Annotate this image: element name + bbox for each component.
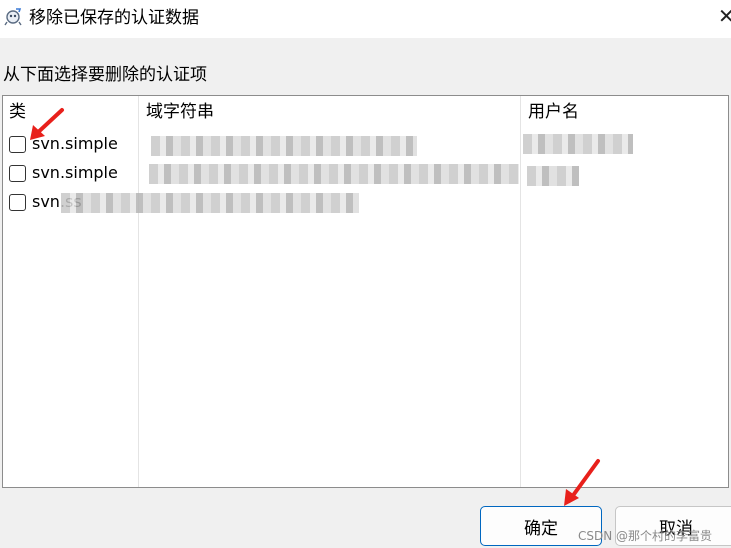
row-checkbox[interactable] — [9, 164, 26, 182]
column-header-username[interactable]: 用户名 — [528, 100, 579, 124]
close-icon[interactable]: ✕ — [718, 4, 731, 28]
arrow-icon — [564, 459, 600, 506]
column-header-type[interactable]: 类 — [9, 100, 26, 124]
instruction-label: 从下面选择要删除的认证项 — [3, 65, 207, 85]
column-divider[interactable] — [520, 96, 521, 487]
list-item[interactable]: svn.simple — [9, 160, 118, 186]
column-header-realm[interactable]: 域字符串 — [146, 100, 214, 124]
redacted-realm — [151, 136, 417, 156]
watermark: CSDN @那个村的李富贵 — [578, 529, 713, 543]
window-title: 移除已保存的认证数据 — [29, 8, 199, 28]
credentials-list[interactable]: 类 域字符串 用户名 svn.simple svn.simple svn.ss — [2, 95, 729, 488]
app-icon — [4, 8, 22, 26]
row-checkbox[interactable] — [9, 193, 26, 211]
redacted-realm — [61, 193, 359, 213]
redacted-username — [523, 134, 633, 154]
title-bar: 移除已保存的认证数据 ✕ — [0, 0, 731, 38]
column-divider[interactable] — [138, 96, 139, 487]
row-checkbox[interactable] — [9, 135, 26, 153]
arrow-icon — [30, 108, 64, 140]
redacted-realm — [149, 164, 519, 184]
row-type: svn.simple — [32, 163, 118, 182]
redacted-username — [527, 166, 579, 186]
